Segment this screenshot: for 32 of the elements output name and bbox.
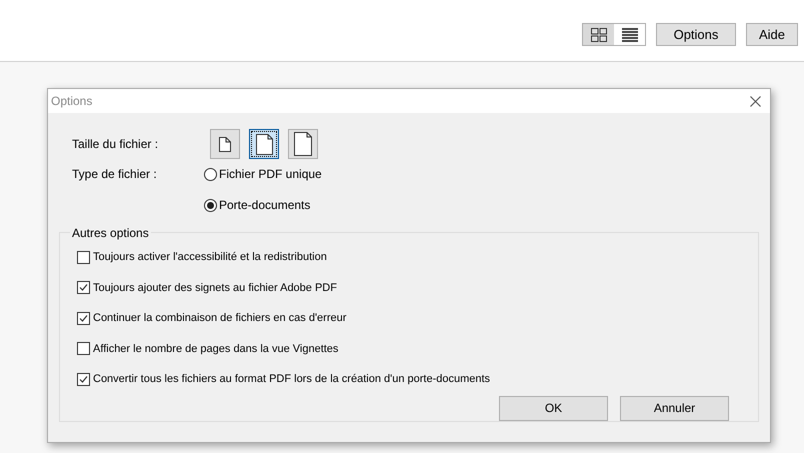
- view-toggle[interactable]: [583, 24, 614, 45]
- close-icon[interactable]: [750, 96, 761, 106]
- dialog-button[interactable]: OK: [499, 396, 608, 420]
- radio-label[interactable]: Porte-documents: [219, 196, 310, 214]
- page-icon: [219, 136, 231, 152]
- checkbox[interactable]: [77, 250, 90, 264]
- radio-button[interactable]: [204, 168, 217, 180]
- checkbox-label[interactable]: Continuer la combinaison de fichiers en cas d'erreur: [93, 310, 346, 326]
- grid-icon: [590, 28, 606, 42]
- group-title: Autres options: [70, 225, 151, 241]
- radio-button[interactable]: [204, 198, 217, 212]
- field-label: Type de fichier :: [72, 166, 158, 181]
- toolbar-button[interactable]: Options: [656, 23, 736, 46]
- checkbox-label[interactable]: Toujours ajouter des signets au fichier Adobe PDF: [93, 280, 337, 296]
- dialog-button[interactable]: Annuler: [620, 396, 729, 420]
- checkbox[interactable]: [77, 281, 90, 294]
- toolbar-button[interactable]: Aide: [746, 23, 798, 46]
- checkbox-label[interactable]: Afficher le nombre de pages dans la vue Vignettes: [93, 340, 338, 357]
- checkbox[interactable]: [77, 342, 90, 356]
- file-size-option[interactable]: [249, 129, 279, 159]
- file-size-option[interactable]: [288, 129, 318, 159]
- page-icon: [256, 134, 272, 154]
- checkbox[interactable]: [77, 312, 90, 325]
- checkbox-label[interactable]: Convertir tous les fichiers au format PDF lors de la création d'un porte-documents: [93, 371, 490, 388]
- dialog-title: Options: [51, 93, 92, 110]
- field-label: Taille du fichier :: [72, 136, 160, 153]
- page-icon: [294, 132, 312, 156]
- list-icon: [622, 28, 638, 42]
- checkbox[interactable]: [77, 372, 90, 386]
- radio-label[interactable]: Fichier PDF unique: [219, 165, 322, 183]
- checkbox-label[interactable]: Toujours activer l'accessibilité et la redistribution: [93, 249, 327, 266]
- file-size-option[interactable]: [210, 129, 240, 159]
